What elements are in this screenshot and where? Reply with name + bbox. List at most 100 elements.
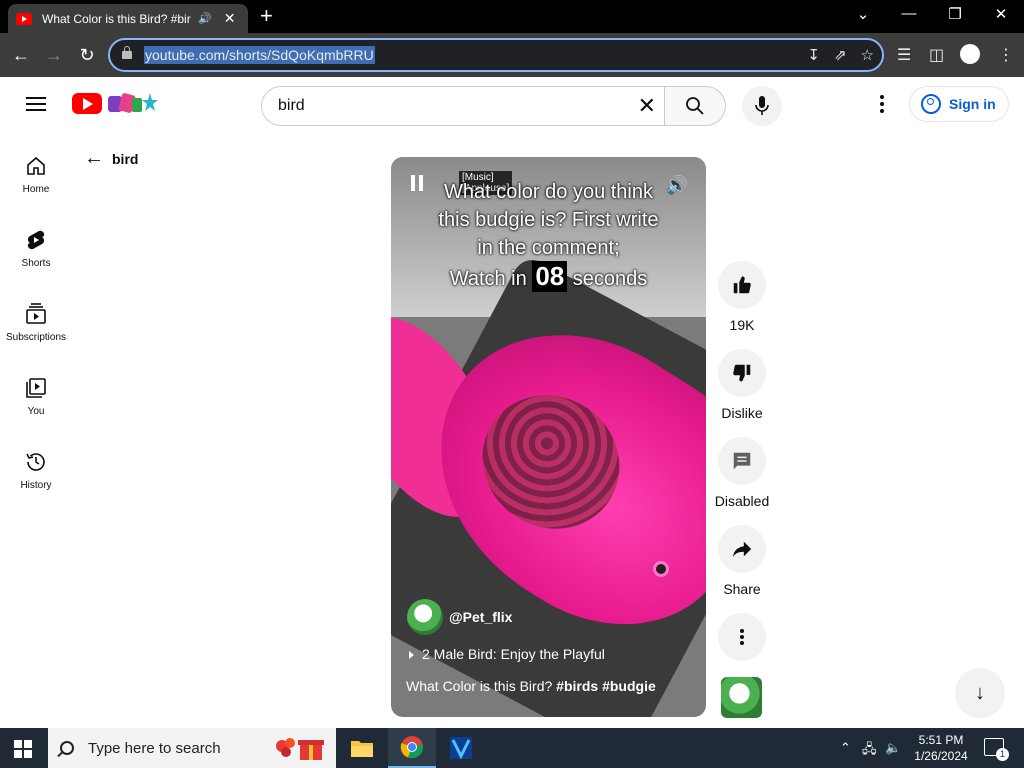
sidebar-item-home[interactable]: Home (0, 140, 72, 208)
caption-hashtags[interactable]: #birds #budgie (556, 678, 656, 694)
sidebar-item-label: You (27, 406, 45, 417)
share-button[interactable] (718, 525, 766, 573)
restore-button[interactable]: ❐ (945, 5, 965, 23)
overlay-line-1: What color do you think (444, 181, 653, 203)
sidebar-item-label: History (20, 480, 52, 491)
search-button[interactable] (664, 86, 726, 126)
sidebar-item-you[interactable]: You (0, 362, 72, 430)
settings-more-icon[interactable] (872, 95, 892, 115)
side-panel-icon[interactable]: ◫ (929, 45, 944, 65)
channel-avatar[interactable] (407, 599, 443, 635)
sidebar-item-shorts[interactable]: Shorts (0, 214, 72, 282)
search-input[interactable] (278, 97, 618, 115)
overlay-line-2: this budgie is? First write (438, 209, 659, 231)
sidebar-item-history[interactable]: History (0, 436, 72, 504)
next-video-button[interactable]: ↓ (955, 668, 1005, 718)
file-explorer-taskbar-icon[interactable] (338, 728, 386, 768)
like-count: 19K (729, 317, 755, 333)
dislike-button[interactable] (718, 349, 766, 397)
chrome-menu-icon[interactable]: ⋮ (998, 45, 1014, 65)
taskbar-search-box[interactable]: Type here to search (48, 728, 336, 768)
speaker-icon[interactable]: 🔊 (198, 12, 212, 25)
shorts-video-player[interactable]: [Music] [Applause] 🔊 What color do you t… (391, 157, 706, 717)
share-action: Share (714, 525, 770, 597)
clock-date: 1/26/2024 (914, 749, 968, 763)
channel-thumbnail[interactable] (721, 677, 762, 718)
thumbs-up-icon (733, 276, 751, 294)
overlay-line-3: in the comment; (477, 237, 620, 259)
more-action (714, 613, 770, 661)
app-taskbar-icon[interactable] (437, 728, 485, 768)
share-page-icon[interactable]: ⇗ (834, 46, 847, 64)
kodi-like-app-icon (450, 737, 472, 760)
like-action: 19K (714, 261, 770, 333)
clock-time: 5:51 PM (918, 733, 964, 747)
back-arrow-icon[interactable]: ← (84, 147, 104, 170)
watch-suffix: seconds (572, 268, 648, 290)
clear-search-icon[interactable]: ✕ (638, 95, 656, 117)
tab-search-chevron-icon[interactable]: ⌄ (853, 5, 873, 23)
reading-list-icon[interactable]: ☰ (897, 45, 911, 65)
like-button[interactable] (718, 261, 766, 309)
library-icon (26, 378, 46, 398)
voice-search-button[interactable] (742, 86, 782, 126)
folder-icon (351, 741, 373, 757)
sign-in-button[interactable]: Sign in (909, 86, 1009, 122)
dislike-action: Dislike (714, 349, 770, 421)
youtube-favicon-icon (16, 12, 32, 25)
reload-icon[interactable]: ↻ (74, 42, 100, 68)
lock-icon[interactable] (122, 46, 132, 59)
network-icon[interactable]: 🖧 (862, 740, 877, 762)
minimize-button[interactable]: — (899, 5, 919, 22)
windows-start-icon[interactable] (14, 740, 32, 758)
sidebar-item-subscriptions[interactable]: Subscriptions (0, 288, 72, 356)
watch-prefix: Watch in (449, 268, 527, 290)
hamburger-menu-icon[interactable] (26, 97, 46, 111)
profile-avatar-icon[interactable] (960, 44, 980, 64)
address-bar[interactable]: youtube.com/shorts/SdQoKqmbRRU ↧ ⇗ ☆ (108, 38, 884, 72)
volume-muted-icon[interactable]: 🔈 (885, 740, 901, 756)
sidebar-item-label: Home (22, 184, 50, 195)
new-tab-button[interactable]: + (260, 5, 273, 27)
caption-text: What Color is this Bird? (406, 678, 553, 694)
taskbar-search-placeholder: Type here to search (88, 739, 221, 757)
back-arrow-icon[interactable]: ← (8, 42, 34, 68)
browser-toolbar: ← → ↻ youtube.com/shorts/SdQoKqmbRRU ↧ ⇗… (0, 33, 1024, 77)
url-text[interactable]: youtube.com/shorts/SdQoKqmbRRU (144, 46, 375, 64)
youtube-header: ✕ Sign in (0, 77, 1024, 133)
microphone-icon (755, 96, 769, 115)
sidebar-item-label: Shorts (21, 258, 51, 269)
music-link[interactable]: 2 Male Bird: Enjoy the Playful (409, 646, 605, 662)
sign-in-label: Sign in (949, 96, 996, 112)
music-title[interactable]: 2 Male Bird: Enjoy the Playful (422, 646, 605, 662)
install-app-icon[interactable]: ↧ (807, 46, 820, 64)
video-caption: What Color is this Bird? #birds #budgie (406, 678, 656, 694)
bird-eye (653, 561, 669, 577)
comment-icon (733, 452, 751, 470)
bookmark-star-icon[interactable]: ☆ (861, 46, 874, 64)
windows-taskbar: Type here to search ⌃ 🖧 🔈 5:51 PM 1/26/2… (0, 728, 1024, 768)
back-to-search-link[interactable]: ← bird (84, 147, 138, 170)
history-icon (26, 453, 45, 471)
share-arrow-icon (732, 541, 752, 558)
comments-button[interactable] (718, 437, 766, 485)
chrome-taskbar-icon[interactable] (388, 728, 436, 768)
show-hidden-icons-chevron[interactable]: ⌃ (840, 740, 851, 756)
channel-name[interactable]: @Pet_flix (449, 609, 512, 625)
more-options-button[interactable] (718, 613, 766, 661)
channel-link[interactable]: @Pet_flix (407, 599, 512, 635)
overlay-line-4: Watch in 08 seconds (391, 261, 706, 292)
search-box[interactable]: ✕ (261, 86, 665, 126)
browser-tab[interactable]: What Color is this Bird? #bir 🔊 ✕ (8, 4, 248, 33)
home-icon (27, 156, 45, 175)
tab-close-icon[interactable]: ✕ (224, 10, 236, 27)
forward-arrow-icon[interactable]: → (41, 42, 67, 68)
system-clock[interactable]: 5:51 PM 1/26/2024 (906, 732, 976, 764)
comments-label: Disabled (714, 493, 770, 509)
notification-center-icon[interactable]: 1 (984, 738, 1009, 761)
countdown-badge: 08 (532, 261, 568, 292)
youtube-logo[interactable] (72, 93, 102, 114)
close-window-button[interactable]: ✕ (991, 5, 1011, 23)
search-icon (60, 741, 74, 755)
youtube-doodle-logo[interactable] (106, 91, 158, 117)
